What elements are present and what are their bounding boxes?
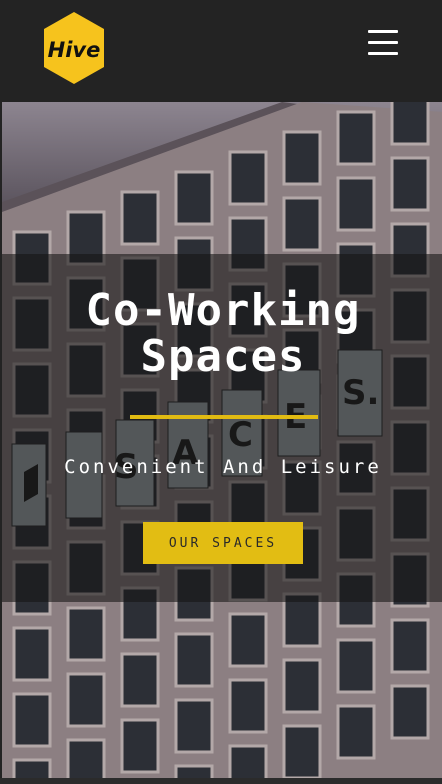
- hero-title: Co-Working Spaces: [2, 288, 442, 380]
- hero-title-line2: Spaces: [140, 331, 306, 382]
- title-underline-divider: [130, 415, 318, 419]
- hero-subtitle: Convenient And Leisure: [64, 456, 382, 478]
- hero-section: S A C E S. Co-Working Spaces Convenient …: [0, 102, 442, 780]
- site-header: Hive: [0, 0, 442, 102]
- hero-title-line1: Co-Working: [85, 285, 361, 336]
- hexagon-logo-icon: Hive: [44, 12, 104, 84]
- hamburger-menu-icon[interactable]: [362, 26, 404, 60]
- hive-logo[interactable]: Hive: [40, 10, 108, 86]
- bottom-strip: [0, 778, 442, 784]
- our-spaces-button[interactable]: OUR SPACES: [143, 522, 303, 564]
- logo-text: Hive: [48, 38, 101, 62]
